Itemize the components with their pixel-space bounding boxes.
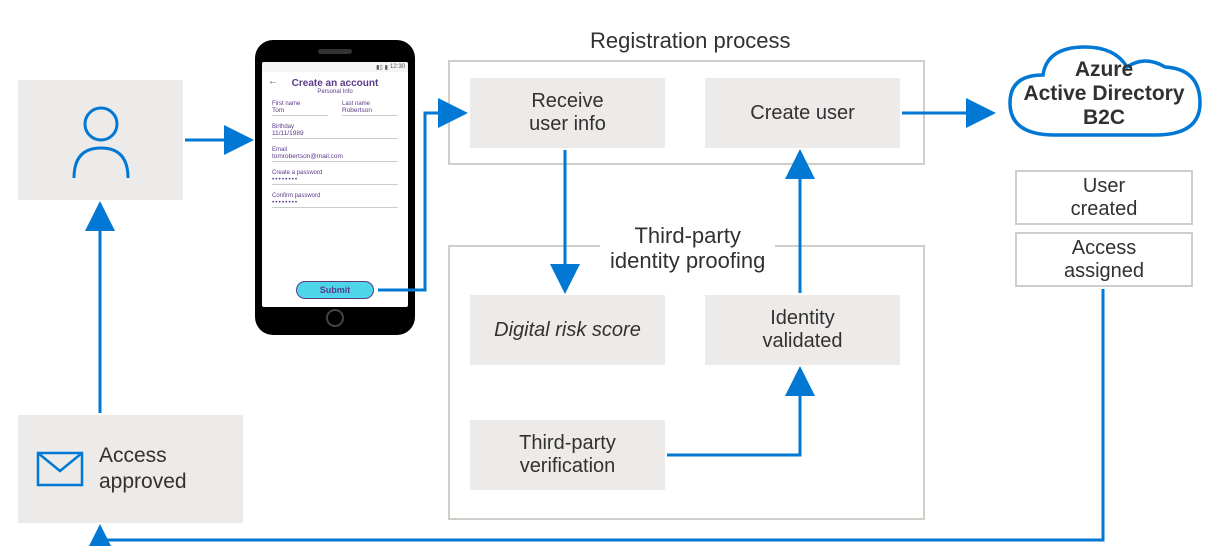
create-user-box: Create user [705,78,900,148]
access-approved-box: Accessapproved [18,415,243,523]
phone-title: Create an account [262,78,408,89]
status-time: 12:30 [390,64,405,70]
submit-button[interactable]: Submit [296,281,374,299]
phone-mockup: ▮▯ ▮ 12:30 ← Create an account Personal … [255,40,415,335]
confirm-input[interactable]: •••••••• [272,199,398,208]
user-icon [66,100,136,180]
identity-validated-box: Identityvalidated [705,295,900,365]
registration-title: Registration process [580,28,801,54]
third-party-verification-box: Third-partyverification [470,420,665,490]
user-created-box: Usercreated [1015,170,1193,225]
password-input[interactable]: •••••••• [272,176,398,185]
phone-screen: ▮▯ ▮ 12:30 ← Create an account Personal … [262,62,408,307]
digital-risk-score-box: Digital risk score [470,295,665,365]
receive-user-info-box: Receiveuser info [470,78,665,148]
phone-subtitle: Personal Info [262,89,408,95]
envelope-icon [36,451,84,487]
first-name-input[interactable]: Tom [272,107,328,116]
user-box [18,80,183,200]
phone-statusbar: ▮▯ ▮ 12:30 [262,62,408,72]
azure-title: AzureActive DirectoryB2C [1015,58,1193,130]
battery-icon: ▮ [385,64,388,71]
third-party-title: Third-partyidentity proofing [600,223,775,274]
email-input[interactable]: tomrobertson@mail.com [272,153,398,162]
access-assigned-box: Accessassigned [1015,232,1193,287]
signal-icon: ▮▯ [376,64,383,71]
access-approved-label: Accessapproved [99,443,187,496]
birthday-input[interactable]: 11/11/1989 [272,130,398,139]
back-icon[interactable]: ← [268,76,278,87]
last-name-input[interactable]: Robertson [342,107,398,116]
